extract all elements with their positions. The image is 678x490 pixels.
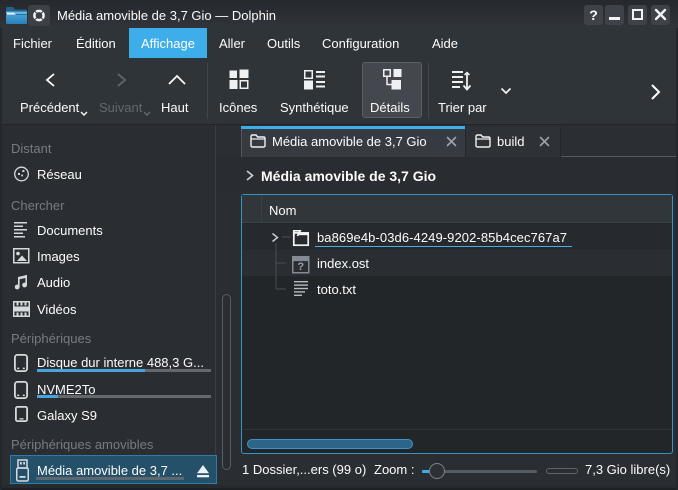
svg-text:?: ? [297, 261, 304, 273]
